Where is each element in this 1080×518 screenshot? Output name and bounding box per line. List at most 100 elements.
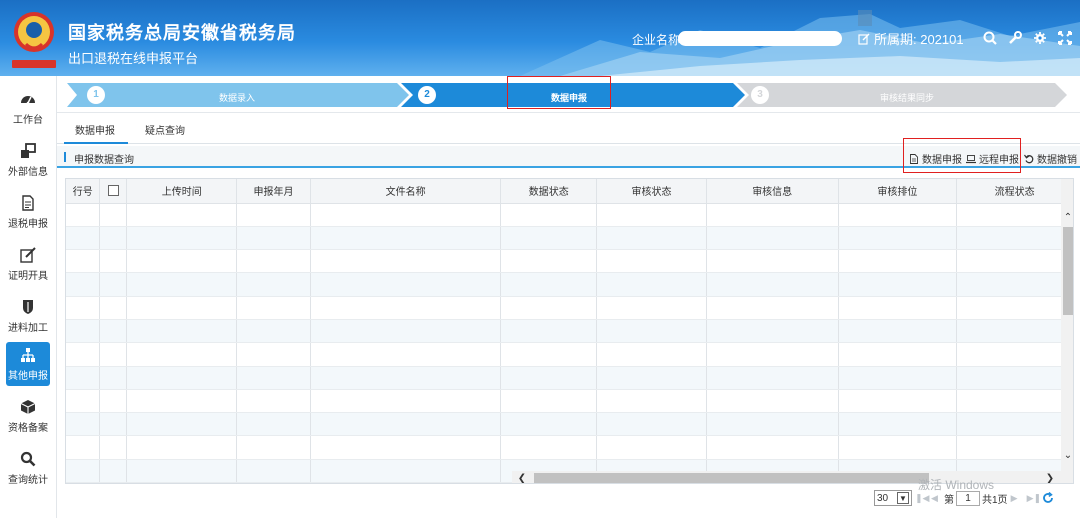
col-header-review-rank[interactable]: 审核排位 xyxy=(838,179,958,204)
table-cell xyxy=(838,226,958,251)
page-size-select[interactable]: 30 ▼ xyxy=(874,490,912,506)
sidebar-item-query-stats[interactable]: 查询统计 xyxy=(6,446,50,490)
vertical-scrollbar[interactable]: ⌃ ⌄ xyxy=(1061,179,1073,483)
edit-period-icon[interactable] xyxy=(858,33,870,45)
sidebar-item-tax-refund[interactable]: 退税申报 xyxy=(6,190,50,234)
prev-page-icon[interactable]: ◀ xyxy=(931,493,941,503)
table-cell xyxy=(66,249,101,274)
col-header-review-status[interactable]: 审核状态 xyxy=(596,179,707,204)
col-header-review-info[interactable]: 审核信息 xyxy=(706,179,839,204)
col-header-file-name[interactable]: 文件名称 xyxy=(310,179,502,204)
search-icon xyxy=(20,451,36,466)
table-cell xyxy=(66,296,101,320)
table-cell xyxy=(126,272,238,297)
wrench-icon[interactable] xyxy=(1007,30,1023,46)
first-page-icon[interactable]: ❚◀ xyxy=(915,493,929,503)
sidebar: 工作台 外部信息 退税申报 证明开具 进料加工 其他申报 资格备案 查询统计 xyxy=(0,76,57,518)
table-cell xyxy=(66,203,101,227)
tab-data-declaration[interactable]: 数据申报 xyxy=(75,122,115,137)
table-cell xyxy=(310,226,502,251)
refresh-icon[interactable] xyxy=(1042,492,1054,504)
horizontal-scroll-thumb[interactable] xyxy=(534,473,929,483)
remote-declare-button[interactable]: 远程申报 xyxy=(966,151,1019,166)
step-3-label[interactable]: 审核结果同步 xyxy=(857,91,957,104)
table-header-row: 行号 上传时间 申报年月 文件名称 数据状态 审核状态 审核信息 审核排位 流程… xyxy=(66,179,1073,204)
sidebar-item-label: 工作台 xyxy=(13,114,43,126)
table-cell xyxy=(596,435,707,460)
tab-doubt-query[interactable]: 疑点查询 xyxy=(145,122,185,137)
data-revoke-button[interactable]: 数据撤销 xyxy=(1024,151,1077,166)
table-cell xyxy=(838,203,958,227)
scroll-left-icon[interactable]: ❮ xyxy=(516,472,528,484)
section-marker xyxy=(64,152,66,162)
table-cell xyxy=(236,203,311,227)
progress-steps: 1 数据录入 2 数据申报 3 审核结果同步 xyxy=(57,76,1080,113)
table-cell xyxy=(500,296,598,320)
scroll-right-icon[interactable]: ❯ xyxy=(1044,472,1056,484)
step-1-label[interactable]: 数据录入 xyxy=(207,91,267,104)
table-cell xyxy=(99,459,128,483)
table-cell xyxy=(500,203,598,227)
data-declare-button[interactable]: 数据申报 xyxy=(909,151,962,166)
table-cell xyxy=(126,412,238,437)
scroll-up-icon[interactable]: ⌃ xyxy=(1062,211,1073,223)
col-header-process-status[interactable]: 流程状态 xyxy=(956,179,1073,204)
table-cell xyxy=(66,459,101,483)
table-cell xyxy=(956,389,1073,414)
vertical-scroll-thumb[interactable] xyxy=(1063,227,1073,315)
table-cell xyxy=(236,226,311,251)
cube-icon xyxy=(20,399,36,414)
next-page-icon[interactable]: ▶ xyxy=(1011,493,1021,503)
table-cell xyxy=(66,389,101,414)
select-all-checkbox[interactable] xyxy=(107,185,119,197)
gear-icon[interactable] xyxy=(1032,30,1048,46)
tax-emblem-logo xyxy=(12,12,56,68)
period-selector[interactable]: 所属期: 202101 xyxy=(858,29,964,48)
col-header-declare-month[interactable]: 申报年月 xyxy=(236,179,311,204)
table-cell xyxy=(99,389,128,414)
external-info-icon xyxy=(21,142,36,158)
table-cell xyxy=(99,435,128,460)
sidebar-item-processing[interactable]: 进料加工 xyxy=(6,294,50,338)
col-header-select[interactable] xyxy=(99,179,128,204)
table-cell xyxy=(66,342,101,367)
section-header: 申报数据查询 数据申报 远程申报 数据撤销 xyxy=(57,146,1080,168)
table-cell xyxy=(236,319,311,344)
fullscreen-icon[interactable] xyxy=(1057,30,1073,46)
data-declare-label: 数据申报 xyxy=(922,155,962,166)
table-cell xyxy=(310,342,502,367)
table-cell xyxy=(596,319,707,344)
table-cell xyxy=(596,203,707,227)
table-row xyxy=(66,296,1073,320)
sidebar-item-other-declaration[interactable]: 其他申报 xyxy=(6,342,50,386)
scroll-down-icon[interactable]: ⌄ xyxy=(1062,449,1073,461)
table-cell xyxy=(310,435,502,460)
tab-bar: 数据申报 疑点查询 xyxy=(57,114,1080,144)
table-cell xyxy=(500,272,598,297)
sidebar-item-external-info[interactable]: 外部信息 xyxy=(6,138,50,182)
org-chart-icon xyxy=(21,347,35,362)
table-row xyxy=(66,366,1073,390)
col-header-upload-time[interactable]: 上传时间 xyxy=(126,179,238,204)
table-cell xyxy=(66,226,101,251)
last-page-icon[interactable]: ▶❚ xyxy=(1027,493,1041,503)
col-header-data-status[interactable]: 数据状态 xyxy=(500,179,598,204)
table-cell xyxy=(706,226,839,251)
sidebar-item-qualification[interactable]: 资格备案 xyxy=(6,394,50,438)
page-total: 共1页 xyxy=(982,494,1008,506)
table-row xyxy=(66,389,1073,414)
table-cell xyxy=(126,342,238,367)
page-number-input[interactable]: 1 xyxy=(956,490,980,506)
sidebar-item-certificate[interactable]: 证明开具 xyxy=(6,242,50,286)
step-2-label[interactable]: 数据申报 xyxy=(539,91,599,104)
table-cell xyxy=(99,319,128,344)
table-cell xyxy=(99,366,128,390)
declaration-table: 行号 上传时间 申报年月 文件名称 数据状态 审核状态 审核信息 审核排位 流程… xyxy=(65,178,1074,484)
sidebar-item-dashboard[interactable]: 工作台 xyxy=(6,86,50,130)
header-subtitle: 出口退税在线申报平台 xyxy=(68,51,199,66)
table-cell xyxy=(706,435,839,460)
data-grid: 行号 上传时间 申报年月 文件名称 数据状态 审核状态 审核信息 审核排位 流程… xyxy=(66,179,1073,483)
table-cell xyxy=(126,203,238,227)
search-icon[interactable] xyxy=(982,30,998,46)
chevron-down-icon[interactable]: ▼ xyxy=(897,492,909,504)
